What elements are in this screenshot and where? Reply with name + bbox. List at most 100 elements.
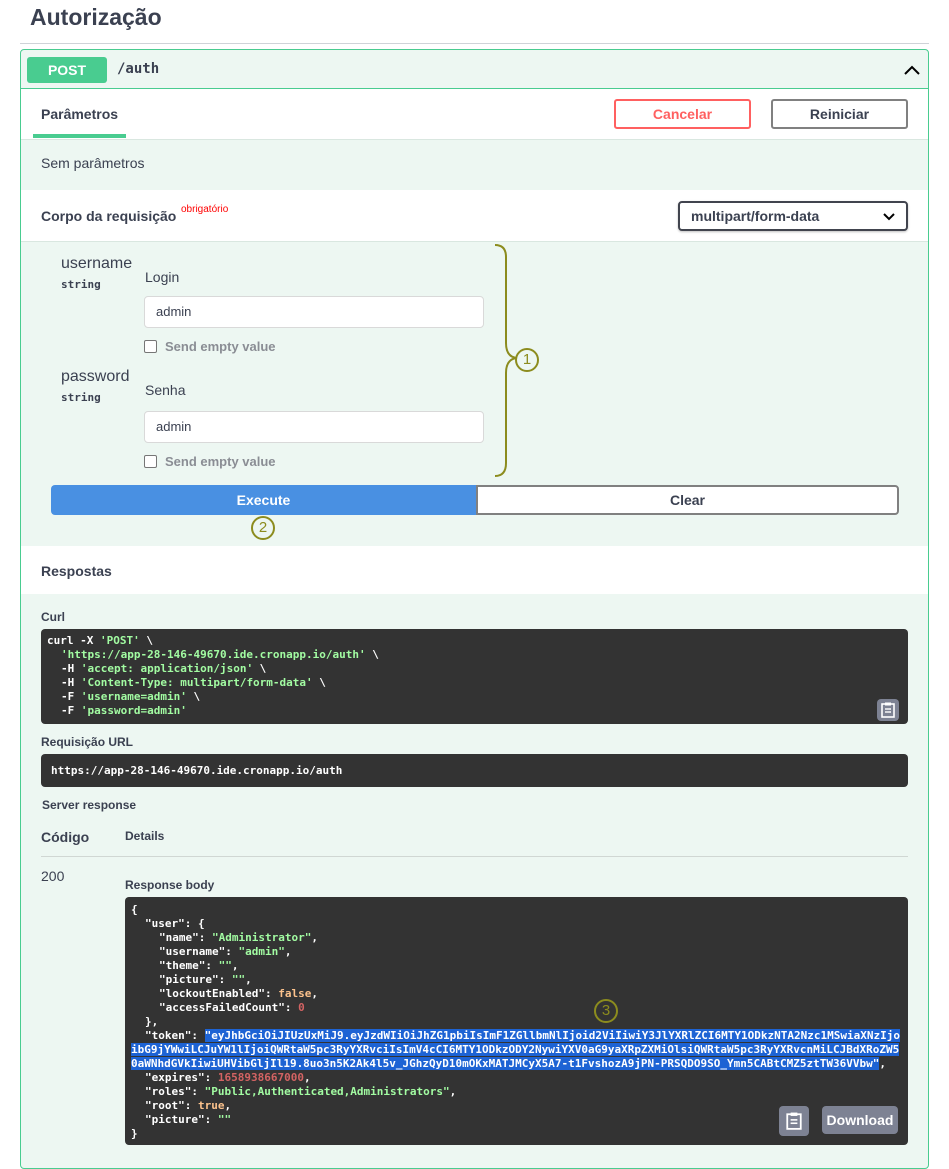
curl-str: 'Content-Type: multipart/form-data' <box>80 676 313 689</box>
curl-cmd: curl -X <box>47 634 100 647</box>
execute-button[interactable]: Execute <box>51 485 476 515</box>
username-input[interactable]: admin <box>144 296 484 328</box>
send-empty-checkbox[interactable] <box>144 340 157 353</box>
json-value: "Public,Authenticated,Administrators" <box>204 1085 450 1098</box>
curl-end: \ <box>365 648 379 661</box>
json-value: "admin" <box>238 945 285 958</box>
json-line: }, <box>145 1015 158 1028</box>
json-key: "user" <box>145 917 185 930</box>
send-empty-username[interactable]: Send empty value <box>144 339 276 354</box>
curl-str: 'username=admin' <box>80 690 187 703</box>
json-line: "token": "eyJhbGciOiJIUzUxMiJ9.eyJzdWIiO… <box>145 1029 900 1042</box>
json-line: "name": "Administrator", <box>159 931 318 944</box>
clipboard-icon <box>881 702 895 718</box>
cancel-button[interactable]: Cancelar <box>614 99 751 129</box>
json-key: "theme" <box>159 959 206 972</box>
annotation-marker-2: 2 <box>251 516 275 540</box>
json-line: "roles": "Public,Authenticated,Administr… <box>145 1085 457 1098</box>
json-punct: { <box>131 903 138 916</box>
method-badge: POST <box>27 57 107 83</box>
json-key: "root" <box>145 1099 185 1112</box>
curl-line: curl -X 'POST' \ <box>47 634 153 647</box>
reset-button[interactable]: Reiniciar <box>771 99 908 129</box>
json-key: "picture" <box>159 973 219 986</box>
tab-active-underline <box>33 134 126 138</box>
json-line: "picture": "" <box>145 1113 232 1126</box>
request-url-label: Requisição URL <box>41 735 134 749</box>
responses-title: Respostas <box>41 563 112 579</box>
send-empty-checkbox[interactable] <box>144 455 157 468</box>
json-punct: : { <box>184 917 205 930</box>
json-line: "expires": 1658938667000, <box>145 1071 311 1084</box>
send-empty-password[interactable]: Send empty value <box>144 454 276 469</box>
json-key: "token" <box>145 1029 192 1042</box>
operation-summary[interactable]: POST /auth <box>21 50 928 89</box>
clipboard-icon <box>786 1112 802 1130</box>
json-line: { <box>131 903 138 916</box>
curl-line: 'https://app-28-146-49670.ide.cronapp.io… <box>61 648 379 661</box>
json-key: "lockoutEnabled" <box>159 987 265 1000</box>
token-value-selected[interactable]: 0aWNhdGVkIiwiUHVibGljIl19.8uo3n5K2Ak4l5v… <box>131 1057 880 1070</box>
param-label-senha: Senha <box>145 382 186 398</box>
server-response-label: Server response <box>42 798 137 812</box>
copy-curl-button[interactable] <box>877 699 899 721</box>
title-divider <box>20 43 929 44</box>
password-input[interactable]: admin <box>144 411 484 443</box>
annotation-marker-3: 3 <box>594 999 618 1023</box>
json-line: "root": true, <box>145 1099 232 1112</box>
copy-response-button[interactable] <box>779 1106 809 1136</box>
json-line: "picture": "", <box>159 973 252 986</box>
endpoint-path: /auth <box>117 61 160 77</box>
json-line: 0aWNhdGVkIiwiUHVibGljIl19.8uo3n5K2Ak4l5v… <box>131 1057 886 1070</box>
curl-str: 'password=admin' <box>80 704 187 717</box>
download-button[interactable]: Download <box>822 1106 898 1134</box>
request-body-title: Corpo da requisição <box>41 208 177 224</box>
json-key: "picture" <box>145 1113 205 1126</box>
param-name-password: password <box>61 368 130 385</box>
token-value-selected[interactable]: "eyJhbGciOiJIUzUxMiJ9.eyJzdWIiOiJhZG1pbi… <box>204 1029 900 1042</box>
curl-line: -F 'username=admin' \ <box>61 690 200 703</box>
json-key: "username" <box>159 945 226 958</box>
json-line: "theme": "", <box>159 959 239 972</box>
chevron-up-icon[interactable] <box>902 60 922 80</box>
json-key: "accessFailedCount" <box>159 1001 285 1014</box>
param-type-username: string <box>61 278 101 291</box>
json-line: "username": "admin", <box>159 945 292 958</box>
token-value-selected[interactable]: ibG9jYWwiLCJuYW1lIjoiQWRtaW5pc3RyYXRvciI… <box>131 1043 900 1056</box>
send-empty-label: Send empty value <box>165 454 276 469</box>
request-url-block[interactable]: https://app-28-146-49670.ide.cronapp.io/… <box>41 754 908 787</box>
curl-str: 'https://app-28-146-49670.ide.cronapp.io… <box>61 648 366 661</box>
chevron-down-icon <box>883 213 895 221</box>
send-empty-label: Send empty value <box>165 339 276 354</box>
request-body-bar: Corpo da requisição obrigatório multipar… <box>21 190 928 242</box>
json-value: "" <box>217 1113 232 1126</box>
param-name-username: username <box>61 255 133 272</box>
curl-cmd: -F <box>61 690 81 703</box>
json-key: "roles" <box>145 1085 192 1098</box>
json-value: false <box>278 987 312 1000</box>
clear-button[interactable]: Clear <box>476 485 899 515</box>
param-label-login: Login <box>145 269 180 285</box>
json-line: "accessFailedCount": 0 <box>159 1001 305 1014</box>
annotation-marker-1: 1 <box>515 348 539 372</box>
response-header-divider <box>41 856 908 857</box>
json-line: ibG9jYWwiLCJuYW1lIjoiQWRtaW5pc3RyYXRvciI… <box>131 1043 900 1056</box>
curl-end: \ <box>312 676 326 689</box>
tab-parameters[interactable]: Parâmetros <box>41 106 118 122</box>
content-type-select[interactable]: multipart/form-data <box>678 201 908 231</box>
json-key: "name" <box>159 931 199 944</box>
json-key: "expires" <box>145 1071 205 1084</box>
curl-str: 'accept: application/json' <box>80 662 254 675</box>
param-type-password: string <box>61 391 101 404</box>
curl-cmd: -H <box>61 662 81 675</box>
code-column-header: Código <box>41 829 90 845</box>
parameters-tab-bar: Parâmetros Cancelar Reiniciar <box>21 89 928 140</box>
content-type-value: multipart/form-data <box>691 208 820 224</box>
json-value: "" <box>231 973 246 986</box>
page-title: Autorização <box>30 4 162 30</box>
curl-line: -H 'Content-Type: multipart/form-data' \ <box>61 676 326 689</box>
json-value: "" <box>218 959 232 972</box>
curl-code-block[interactable]: curl -X 'POST' \ 'https://app-28-146-496… <box>41 629 908 724</box>
no-parameters-text: Sem parâmetros <box>41 155 145 171</box>
curl-line: -F 'password=admin' <box>61 704 187 717</box>
